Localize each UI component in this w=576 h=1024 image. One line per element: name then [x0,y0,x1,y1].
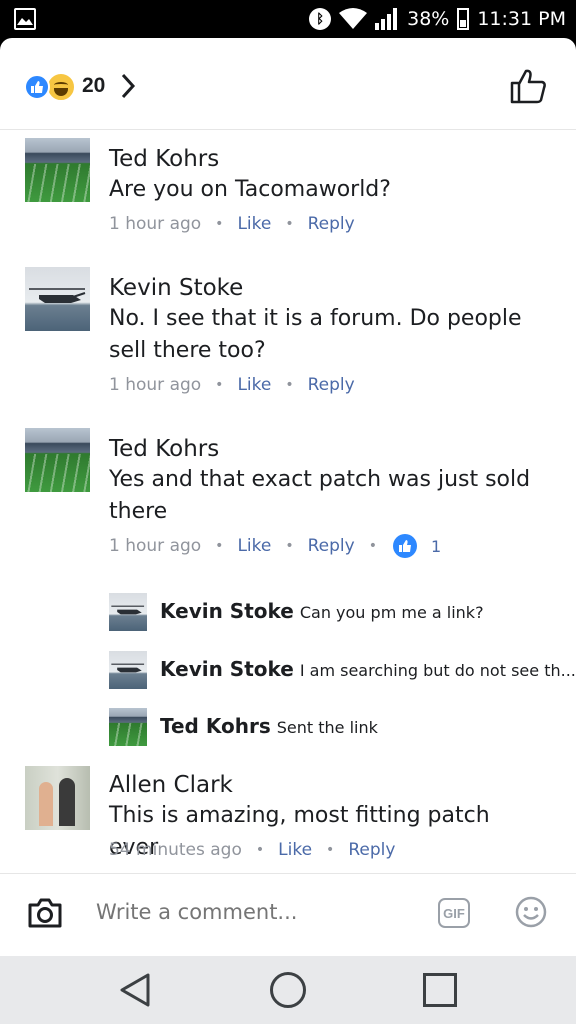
comment-meta: 1 hour ago • Like • Reply [109,214,355,234]
chevron-right-icon[interactable] [118,71,138,101]
comment-author[interactable]: Kevin Stoke [109,275,243,301]
thumbs-up-icon[interactable] [508,66,548,106]
gallery-icon [14,8,36,30]
reply-link[interactable]: Reply [308,375,355,395]
comment: Kevin Stoke No. I see that it is a forum… [0,267,576,397]
reaction-count[interactable]: 20 [82,74,105,98]
comment-meta: 1 hour ago • Like • Reply [109,375,355,395]
reply-item: Ted Kohrs Sent the link [0,708,576,748]
gif-button[interactable]: GIF [438,898,470,928]
like-link[interactable]: Like [237,375,271,395]
like-link[interactable]: Like [237,214,271,234]
comment: Ted Kohrs Yes and that exact patch was j… [0,428,576,568]
comment-meta: 54 minutes ago • Like • Reply [109,840,396,860]
back-icon[interactable] [118,972,154,1008]
home-icon[interactable] [270,972,306,1008]
reply-author[interactable]: Ted Kohrs [160,714,271,738]
haha-icon [46,72,76,102]
avatar[interactable] [25,267,90,331]
reactions-bar[interactable]: 20 [0,38,576,130]
comment-text: Yes and that exact patch was just sold t… [109,467,531,524]
emoji-icon[interactable] [515,896,547,928]
avatar[interactable] [109,708,147,746]
comments-sheet: 20 Ted Kohrs Are you on Tacomaworld? 1 h… [0,38,576,956]
bluetooth-icon: ᛒ [309,8,332,30]
reply-item: Kevin Stoke I am searching but do not see… [0,651,576,691]
comment-time: 1 hour ago [109,214,202,234]
status-bar: ᛒ 38% 11:31 PM [0,0,576,38]
navigation-bar [0,956,576,1024]
reply-author[interactable]: Kevin Stoke [160,657,294,681]
battery-percent: 38% [407,8,450,30]
like-link[interactable]: Like [237,536,271,556]
reply-link[interactable]: Reply [308,536,355,556]
comment-time: 1 hour ago [109,375,202,395]
comment-time: 54 minutes ago [109,840,242,860]
comment-author[interactable]: Ted Kohrs [109,146,219,172]
battery-icon [457,8,470,30]
like-count[interactable]: 1 [431,537,441,556]
reply-link[interactable]: Reply [348,840,395,860]
comment-author[interactable]: Ted Kohrs [109,436,219,462]
comment: Allen Clark This is amazing, most fittin… [0,766,576,871]
reply-text: Can you pm me a link? [299,603,484,622]
comment-text: Are you on Tacomaworld? [109,177,391,202]
signal-icon [375,8,398,30]
comment: Ted Kohrs Are you on Tacomaworld? 1 hour… [0,138,576,248]
avatar[interactable] [25,766,90,830]
recent-apps-icon[interactable] [423,973,457,1007]
avatar[interactable] [25,138,90,202]
reply-text: Sent the link [276,718,378,737]
comment-text: No. I see that it is a forum. Do people … [109,306,522,363]
reply-content: Kevin Stoke I am searching but do not see… [160,657,576,681]
avatar[interactable] [25,428,90,492]
wifi-icon [339,8,368,29]
comment-input[interactable] [96,900,416,924]
like-link[interactable]: Like [278,840,312,860]
comment-author[interactable]: Allen Clark [109,772,233,798]
reply-author[interactable]: Kevin Stoke [160,599,294,623]
reply-item: Kevin Stoke Can you pm me a link? [0,593,576,633]
camera-icon[interactable] [27,897,63,929]
like-icon [24,74,50,100]
like-badge-icon[interactable] [392,534,417,558]
comment-meta: 1 hour ago • Like • Reply • 1 [109,534,442,558]
comment-time: 1 hour ago [109,536,202,556]
clock: 11:31 PM [477,8,566,30]
reply-content: Ted Kohrs Sent the link [160,714,378,738]
reply-text: I am searching but do not see th... [299,661,576,680]
avatar[interactable] [109,593,147,631]
comment-composer: GIF [0,873,576,956]
reply-content: Kevin Stoke Can you pm me a link? [160,599,484,623]
reply-link[interactable]: Reply [308,214,355,234]
avatar[interactable] [109,651,147,689]
